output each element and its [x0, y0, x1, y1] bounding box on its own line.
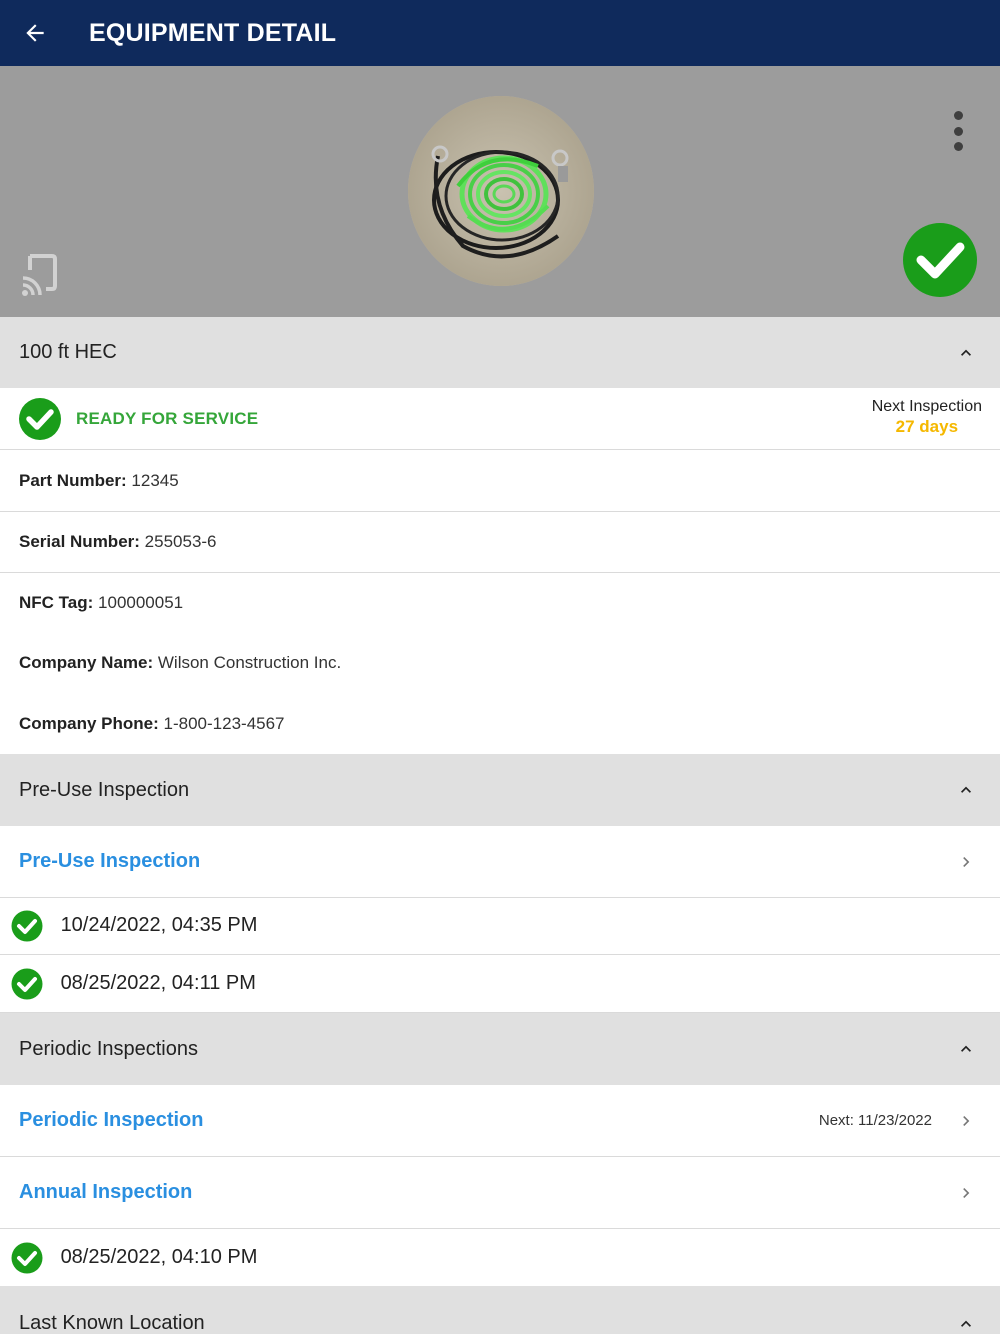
detail-label: Part Number:: [19, 470, 127, 490]
equipment-name: 100 ft HEC: [19, 341, 117, 363]
detail-value: Wilson Construction Inc.: [157, 653, 342, 672]
periodic-inspection-link[interactable]: Periodic Inspection Next: 11/23/2022: [0, 1085, 1000, 1157]
detail-row-serial-number: Serial Number: 255053-6: [0, 512, 1000, 573]
detail-label: Serial Number:: [19, 532, 140, 551]
section-title: Last Known Location: [19, 1312, 205, 1334]
arrow-left-icon: [26, 24, 44, 42]
back-button[interactable]: [0, 0, 70, 66]
periodic-next-date: Next: 11/23/2022: [818, 1112, 932, 1129]
page-title: EQUIPMENT DETAIL: [89, 18, 337, 47]
annual-inspection-link[interactable]: Annual Inspection: [0, 1157, 1000, 1229]
chevron-up-icon: [961, 1320, 971, 1327]
pre-use-section-header[interactable]: Pre-Use Inspection: [0, 754, 1000, 826]
list-item[interactable]: 08/25/2022, 04:11 PM: [0, 955, 1000, 1013]
section-title: Periodic Inspections: [19, 1037, 198, 1060]
more-vertical-icon: [953, 111, 963, 120]
next-inspection: Next Inspection 27 days: [872, 398, 982, 437]
equipment-name-section[interactable]: 100 ft HEC: [0, 317, 1000, 388]
check-circle-icon: [19, 397, 61, 440]
status-row: READY FOR SERVICE Next Inspection 27 day…: [0, 388, 1000, 450]
inspection-timestamp: 08/25/2022, 04:10 PM: [60, 1245, 258, 1268]
nfc-phone-icon: [22, 254, 57, 296]
nfc-scan-button[interactable]: [20, 254, 58, 298]
detail-label: NFC Tag:: [19, 593, 94, 612]
list-item[interactable]: 08/25/2022, 04:10 PM: [0, 1229, 1000, 1286]
periodic-inspection-label: Periodic Inspection: [19, 1109, 204, 1131]
check-circle-icon: [11, 1242, 43, 1273]
detail-value: 1-800-123-4567: [163, 713, 285, 733]
check-circle-icon: [11, 910, 43, 942]
inspection-timestamp: 08/25/2022, 04:11 PM: [60, 971, 256, 994]
next-inspection-days: 27 days: [895, 417, 959, 436]
chevron-up-icon: [961, 349, 971, 356]
detail-value: 100000051: [98, 593, 184, 612]
periodic-section-header[interactable]: Periodic Inspections: [0, 1013, 1000, 1085]
detail-value: 12345: [131, 470, 179, 490]
check-circle-icon: [903, 223, 977, 297]
annual-inspection-label: Annual Inspection: [19, 1181, 193, 1203]
chevron-right-icon: [963, 1187, 970, 1198]
equipment-photo[interactable]: [408, 96, 594, 286]
detail-row-part-number: Part Number: 12345: [0, 450, 1000, 512]
pre-use-inspection-link[interactable]: Pre-Use Inspection: [0, 826, 1000, 898]
detail-row-company-name: Company Name: Wilson Construction Inc.: [0, 633, 1000, 693]
check-circle-icon: [11, 968, 43, 999]
detail-label: Company Name:: [19, 653, 154, 672]
pre-use-inspection-label: Pre-Use Inspection: [19, 850, 201, 872]
more-menu-button[interactable]: [940, 106, 976, 156]
chevron-right-icon: [963, 856, 970, 867]
detail-value: 255053-6: [144, 532, 217, 551]
detail-row-company-phone: Company Phone: 1-800-123-4567: [0, 693, 1000, 754]
chevron-up-icon: [961, 786, 971, 793]
equipment-header: [0, 66, 1000, 317]
app-bar: EQUIPMENT DETAIL: [0, 0, 1000, 66]
status-badge: READY FOR SERVICE: [76, 408, 259, 428]
detail-label: Company Phone:: [19, 713, 159, 733]
next-inspection-label: Next Inspection: [871, 398, 982, 415]
chevron-up-icon: [961, 1045, 971, 1052]
detail-row-nfc-tag: NFC Tag: 100000051: [0, 573, 1000, 633]
inspection-timestamp: 10/24/2022, 04:35 PM: [60, 914, 258, 937]
location-section-header[interactable]: Last Known Location: [0, 1286, 1000, 1334]
chevron-right-icon: [963, 1115, 970, 1126]
list-item[interactable]: 10/24/2022, 04:35 PM: [0, 898, 1000, 955]
section-title: Pre-Use Inspection: [19, 778, 190, 801]
